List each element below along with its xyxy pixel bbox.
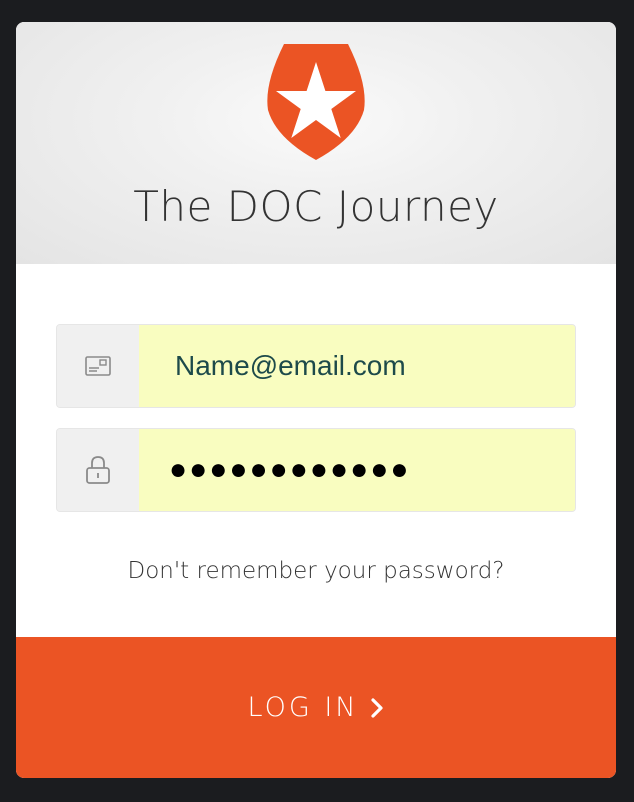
email-field-group — [56, 324, 576, 408]
login-header: The DOC Journey — [16, 22, 616, 264]
email-input[interactable] — [139, 325, 575, 407]
auth0-shield-logo-icon — [267, 44, 365, 160]
lock-icon — [86, 456, 110, 484]
email-icon-box — [57, 325, 139, 407]
envelope-icon — [85, 356, 111, 376]
forgot-password-link[interactable]: Don't remember your password? — [16, 558, 616, 584]
login-button[interactable]: LOG IN — [16, 637, 616, 778]
chevron-right-icon — [370, 697, 383, 718]
password-field-group — [56, 428, 576, 512]
password-icon-box — [57, 429, 139, 511]
login-button-label: LOG IN — [247, 692, 359, 723]
login-card: The DOC Journey Don't remember your pass… — [16, 22, 616, 778]
page-title: The DOC Journey — [133, 182, 499, 231]
password-input[interactable] — [139, 429, 575, 511]
